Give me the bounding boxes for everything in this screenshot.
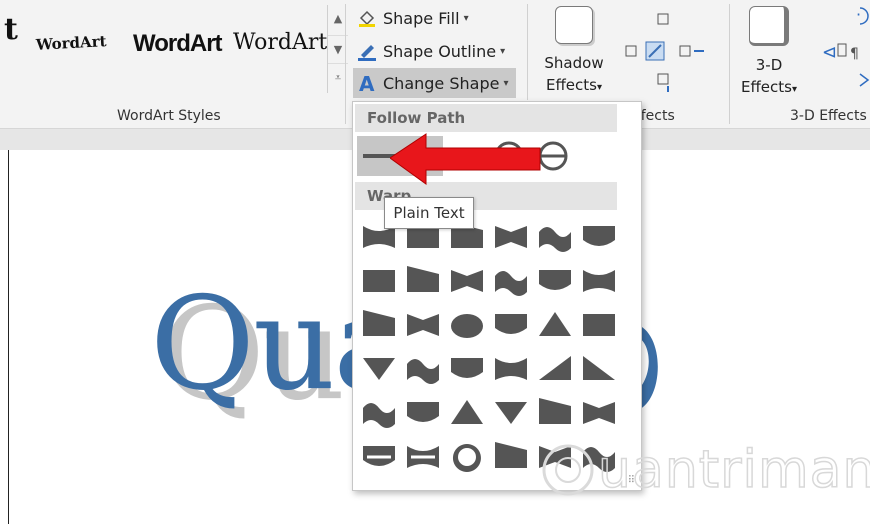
warp-shape-deflate-bottom[interactable] <box>403 350 443 386</box>
warp-shape-cascade-down[interactable] <box>403 438 443 474</box>
warp-shape-fade-up[interactable] <box>447 394 487 430</box>
change-shape-label: Change Shape <box>383 73 500 93</box>
chevron-down-icon: ▾ <box>503 77 509 89</box>
warp-shape-deflate-inflate-deflate[interactable] <box>579 350 619 386</box>
chevron-down-icon: ▾ <box>463 12 469 24</box>
svg-text:A: A <box>359 73 375 93</box>
warp-shape-slant-down[interactable] <box>579 394 619 430</box>
pencil-outline-icon <box>357 41 377 61</box>
annotation-arrow <box>390 133 541 185</box>
chevron-down-icon: ▾ <box>791 84 797 95</box>
watermark-logo-icon <box>542 444 594 496</box>
3d-effects-line2: Effects <box>740 78 792 96</box>
svg-text:¶: ¶ <box>850 46 859 62</box>
letter-a-icon: A <box>357 72 377 96</box>
warp-shape-ring-outside[interactable] <box>579 218 619 254</box>
warp-shape-deflate-top[interactable] <box>491 350 531 386</box>
warp-shape-inflate-bottom[interactable] <box>359 350 399 386</box>
3d-tilt-controls[interactable]: · ⊲ ¶ <box>820 4 870 94</box>
warp-shape-arch-down-curve[interactable] <box>403 262 443 298</box>
shadow-effects-line2: Effects <box>545 76 597 94</box>
warp-shape-slant-up[interactable] <box>535 394 575 430</box>
warp-shape-arch-up-curve[interactable] <box>359 262 399 298</box>
wordart-style-arch[interactable]: WordArt <box>36 32 107 54</box>
wordart-style-fragment[interactable]: t <box>4 12 18 47</box>
warp-shape-deflate[interactable] <box>579 306 619 342</box>
nudge-shadow-icon[interactable] <box>624 6 720 96</box>
warp-shape-can-down[interactable] <box>579 262 619 298</box>
warp-shape-deflate-inflate[interactable] <box>535 350 575 386</box>
warp-shape-arch-warp[interactable] <box>491 438 531 474</box>
svg-text:⊲: ⊲ <box>822 42 837 63</box>
3d-effects-group-label: 3-D Effects <box>790 108 867 124</box>
warp-shape-wave2[interactable] <box>403 306 443 342</box>
paint-bucket-icon <box>357 8 377 28</box>
group-separator <box>729 4 730 124</box>
wordart-style-bold[interactable]: WordArt <box>133 30 223 58</box>
shape-outline-button[interactable]: Shape Outline ▾ <box>357 36 505 66</box>
warp-shape-inflate[interactable] <box>535 306 575 342</box>
3d-effects-button[interactable]: 3-D Effects▾ <box>736 6 802 101</box>
chevron-down-icon: ▾ <box>500 45 506 57</box>
plain-text-tooltip: Plain Text <box>384 197 474 229</box>
shadow-effects-line1: Shadow <box>544 54 604 72</box>
warp-shape-can-up[interactable] <box>535 262 575 298</box>
change-shape-button[interactable]: A Change Shape ▾ <box>353 68 516 98</box>
watermark-text: uantrimang <box>597 439 870 501</box>
warp-shape-fade-down[interactable] <box>491 394 531 430</box>
chevron-down-icon: ▾ <box>596 82 602 93</box>
wordart-styles-group-label: WordArt Styles <box>117 108 221 124</box>
group-separator <box>345 4 346 124</box>
warp-shape-wave1[interactable] <box>359 306 399 342</box>
warp-shape-cascade-up[interactable] <box>359 438 399 474</box>
site-watermark: uantrimang <box>538 432 870 512</box>
3d-effects-line1: 3-D <box>755 56 783 74</box>
warp-shape-button-curve[interactable] <box>491 262 531 298</box>
warp-shape-circle-warp[interactable] <box>447 438 487 474</box>
warp-shape-ring-inside[interactable] <box>535 218 575 254</box>
shape-outline-label: Shape Outline <box>383 41 497 61</box>
warp-shape-fade-left[interactable] <box>403 394 443 430</box>
warp-shape-double-wave2[interactable] <box>491 306 531 342</box>
warp-shape-double-wave1[interactable] <box>447 306 487 342</box>
group-separator <box>527 4 528 100</box>
wordart-style-serif[interactable]: WordArt <box>233 30 327 55</box>
warp-shape-chevron-down[interactable] <box>491 218 531 254</box>
warp-shape-fade-right[interactable] <box>359 394 399 430</box>
shape-fill-button[interactable]: Shape Fill ▾ <box>357 3 469 33</box>
3d-cube-icon <box>749 6 789 46</box>
shadow-square-icon <box>555 6 593 44</box>
nudge-shadow-controls <box>624 6 720 96</box>
warp-shape-inflate-top[interactable] <box>447 350 487 386</box>
shape-fill-label: Shape Fill <box>383 8 460 28</box>
warp-shape-circle-curve[interactable] <box>447 262 487 298</box>
shadow-effects-button[interactable]: Shadow Effects▾ <box>536 6 612 99</box>
